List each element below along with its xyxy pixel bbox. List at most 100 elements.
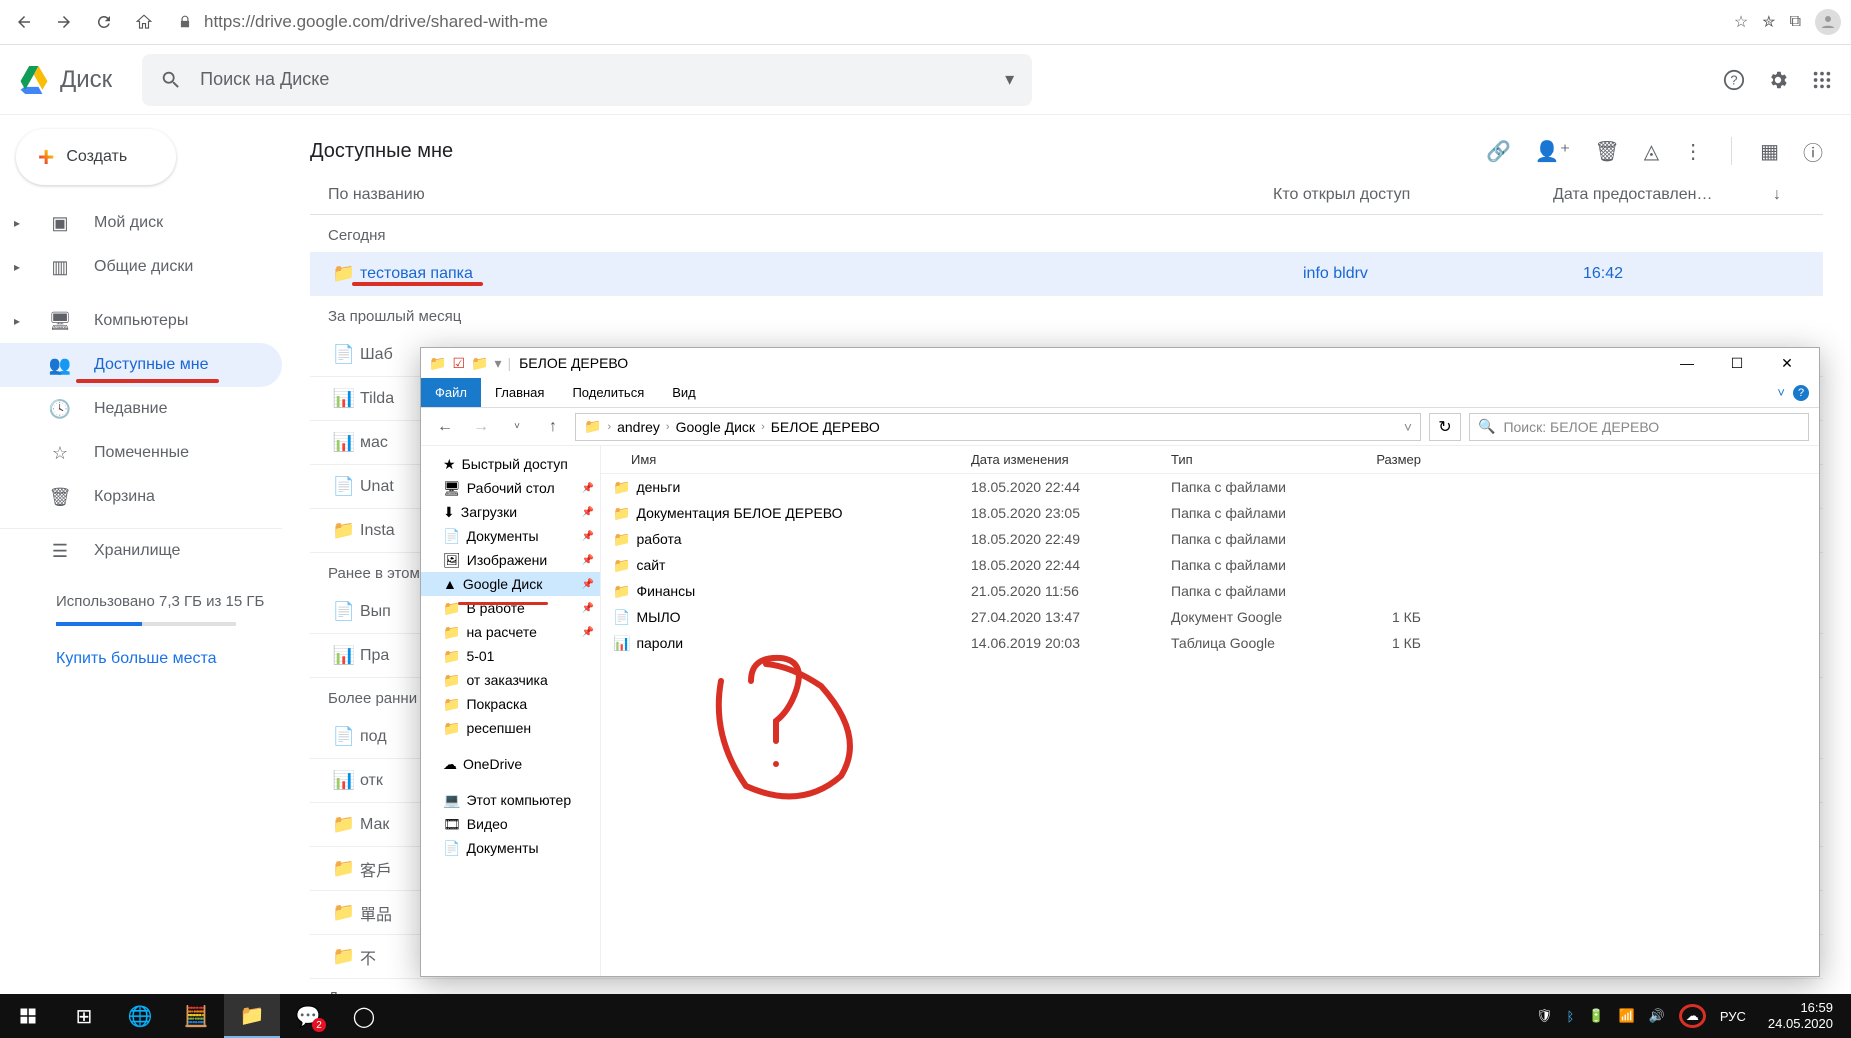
settings-icon[interactable] [1767,69,1789,91]
apps-icon[interactable] [1811,69,1833,91]
star-outline-icon[interactable]: ☆ [1734,12,1748,32]
doc-icon: 📄 [310,344,360,365]
explorer-row[interactable]: 📁Документация БЕЛОЕ ДЕРЕВО18.05.2020 23:… [601,500,1819,526]
edge-taskbar-icon[interactable]: 🌐 [112,994,168,1038]
col-shared-by[interactable]: Кто открыл доступ [1273,186,1553,204]
sidebar-shared-drives[interactable]: ▸▥Общие диски [0,245,282,289]
explorer-refresh[interactable]: ↻ [1429,413,1461,441]
col-name[interactable]: Имя [601,452,971,467]
create-button[interactable]: + Создать [16,129,176,185]
search-dropdown-icon[interactable]: ▾ [1005,69,1014,90]
maximize-button[interactable]: ☐ [1713,349,1761,377]
info-icon[interactable]: ⓘ [1803,137,1823,166]
forward-button[interactable] [50,8,78,36]
explorer-row[interactable]: 📁работа18.05.2020 22:49Папка с файлами [601,526,1819,552]
home-button[interactable] [130,8,158,36]
ribbon-expand-icon[interactable]: ˅ [1777,385,1785,400]
col-date[interactable]: Дата предоставлен… [1553,186,1773,204]
tray-battery-icon[interactable]: 🔋 [1588,1008,1604,1024]
calculator-taskbar-icon[interactable]: 🧮 [168,994,224,1038]
tree-item[interactable]: 🖥Рабочий стол [421,476,600,500]
tree-item[interactable]: ⬇Загрузки [421,500,600,524]
add-to-drive-icon[interactable]: ◬ [1644,139,1659,164]
tree-item[interactable]: 🖼Изображени [421,548,600,572]
explorer-row[interactable]: 📄МЫЛО27.04.2020 13:47Документ Google1 КБ [601,604,1819,630]
ribbon-help-icon[interactable]: ? [1793,385,1809,401]
explorer-row[interactable]: 📁сайт18.05.2020 22:44Папка с файлами [601,552,1819,578]
tree-item[interactable]: 📄Документы [421,836,600,860]
explorer-search[interactable]: 🔍 Поиск: БЕЛОЕ ДЕРЕВО [1469,413,1809,441]
tree-item[interactable]: 📁В работе [421,596,600,620]
tree-item[interactable]: 📁от заказчика [421,668,600,692]
file-row-test-folder[interactable]: 📁 тестовая папка info bldrv 16:42 [310,252,1823,296]
tree-item[interactable]: 📁на расчете [421,620,600,644]
sidebar-starred[interactable]: ☆Помеченные [0,431,282,475]
sidebar-trash[interactable]: 🗑Корзина [0,475,282,519]
tray-bluetooth-icon[interactable]: ᛒ [1567,1009,1575,1024]
tree-item[interactable]: 📁Покраска [421,692,600,716]
minimize-button[interactable]: — [1663,349,1711,377]
ribbon-home[interactable]: Главная [481,378,558,407]
explorer-breadcrumb[interactable]: 📁› andrey› Google Диск› БЕЛОЕ ДЕРЕВО ˅ [575,413,1421,441]
ribbon-file[interactable]: Файл [421,378,481,407]
col-size[interactable]: Размер [1341,452,1441,467]
tray-clock[interactable]: 16:59 24.05.2020 [1760,1000,1841,1031]
tree-item[interactable]: ▲Google Диск [421,572,600,596]
sidebar-storage[interactable]: ☰Хранилище [0,529,282,573]
tree-item[interactable]: 📁ресепшен [421,716,600,740]
sidebar-recent[interactable]: 🕓Недавние [0,387,282,431]
col-name[interactable]: По названию [310,186,1273,204]
close-button[interactable]: ✕ [1763,349,1811,377]
address-bar[interactable]: https://drive.google.com/drive/shared-wi… [204,12,1722,32]
share-icon[interactable]: 👤⁺ [1535,139,1570,164]
explorer-titlebar[interactable]: 📁 ☑ 📁 ▾ | БЕЛОЕ ДЕРЕВО — ☐ ✕ [421,348,1819,378]
collections-icon[interactable]: ⧉ [1790,13,1801,31]
whatsapp-taskbar-icon[interactable]: 💬2 [280,994,336,1038]
search-box[interactable]: Поиск на Диске ▾ [142,54,1032,106]
help-icon[interactable]: ? [1723,69,1745,91]
delete-icon[interactable]: 🗑 [1594,139,1619,164]
explorer-row[interactable]: 📁Финансы21.05.2020 11:56Папка с файлами [601,578,1819,604]
link-icon[interactable]: 🔗 [1486,139,1511,164]
explorer-back[interactable]: ← [431,413,459,441]
ribbon-view[interactable]: Вид [658,378,710,407]
sort-icon[interactable]: ↓ [1773,186,1803,204]
tray-network-icon[interactable]: 📶 [1619,1008,1635,1024]
tray-security-icon[interactable]: 🛡 [1536,1008,1553,1024]
task-view-button[interactable]: ⊞ [56,994,112,1038]
refresh-button[interactable] [90,8,118,36]
tree-item[interactable]: 🎞Видео [421,812,600,836]
explorer-row[interactable]: 📁деньги18.05.2020 22:44Папка с файлами [601,474,1819,500]
back-button[interactable] [10,8,38,36]
sidebar-computers[interactable]: ▸🖥Компьютеры [0,299,282,343]
more-icon[interactable]: ⋮ [1683,139,1703,164]
tree-item[interactable]: 💻Этот компьютер [421,788,600,812]
col-type[interactable]: Тип [1171,452,1341,467]
trash-icon: 🗑 [48,487,72,508]
sidebar-shared-with-me[interactable]: 👥Доступные мне [0,343,282,387]
favorites-icon[interactable]: ✮ [1762,12,1775,32]
explorer-row[interactable]: 📊пароли14.06.2019 20:03Таблица Google1 К… [601,630,1819,656]
computer-icon: 🖥 [48,311,72,332]
buy-storage-link[interactable]: Купить больше места [56,650,274,668]
drive-logo[interactable]: Диск [18,66,112,94]
app-taskbar-icon[interactable]: ◯ [336,994,392,1038]
tray-language[interactable]: РУС [1720,1009,1746,1024]
tree-item[interactable]: 📄Документы [421,524,600,548]
tray-volume-icon[interactable]: 🔊 [1649,1008,1665,1024]
col-date[interactable]: Дата изменения [971,452,1171,467]
grid-view-icon[interactable]: ▦ [1760,139,1779,164]
explorer-taskbar-icon[interactable]: 📁 [224,994,280,1038]
profile-avatar[interactable] [1815,9,1841,35]
tree-item[interactable]: 📁5-01 [421,644,600,668]
tray-cloud-sync-icon[interactable]: ☁ [1679,1004,1706,1028]
explorer-forward[interactable]: → [467,413,495,441]
explorer-up[interactable]: ↑ [539,413,567,441]
sidebar-my-drive[interactable]: ▸▣Мой диск [0,201,282,245]
tree-item[interactable]: ☁OneDrive [421,752,600,776]
start-button[interactable] [0,994,56,1038]
explorer-recent-dropdown[interactable]: ˅ [503,413,531,441]
breadcrumb-dropdown-icon[interactable]: ˅ [1404,419,1412,435]
ribbon-share[interactable]: Поделиться [558,378,658,407]
tree-item[interactable]: ★Быстрый доступ [421,452,600,476]
